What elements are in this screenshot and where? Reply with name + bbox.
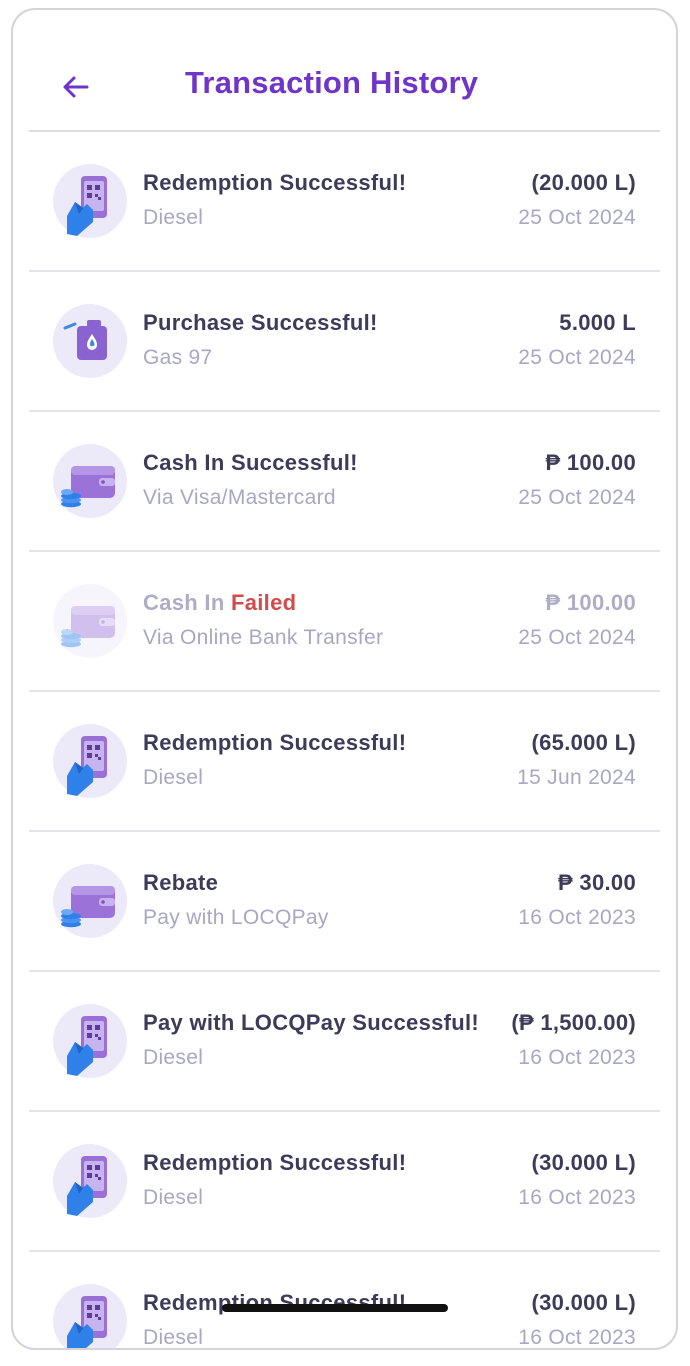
transaction-date: 16 Oct 2023 xyxy=(518,906,636,929)
wallet-coins-icon xyxy=(53,584,127,658)
transaction-title: Redemption Successful! xyxy=(143,170,407,195)
transaction-date: 16 Oct 2023 xyxy=(518,1046,636,1069)
transaction-subtitle: Via Online Bank Transfer xyxy=(143,626,384,649)
transaction-row[interactable]: Redemption Successful! Diesel (30.000 L)… xyxy=(29,1252,660,1349)
transaction-subtitle: Diesel xyxy=(143,1326,204,1349)
phone-qr-hand-icon xyxy=(53,1284,127,1348)
transaction-date: 15 Jun 2024 xyxy=(517,766,636,789)
app-screen: Transaction History Redemption Successfu… xyxy=(11,8,678,1350)
transaction-amount: ₱ 100.00 xyxy=(545,590,636,615)
page-title: Transaction History xyxy=(185,65,479,100)
wallet-coins-icon xyxy=(53,864,127,938)
transaction-row[interactable]: Redemption Successful! Diesel (65.000 L)… xyxy=(29,692,660,832)
arrow-left-icon[interactable] xyxy=(57,68,95,106)
transaction-subtitle: Gas 97 xyxy=(143,346,213,369)
transaction-list: Redemption Successful! Diesel (20.000 L)… xyxy=(29,132,660,1349)
transaction-date: 25 Oct 2024 xyxy=(518,486,636,509)
transaction-date: 25 Oct 2024 xyxy=(518,346,636,369)
transaction-title: Cash In Successful! xyxy=(143,450,358,475)
transaction-amount: (₱ 1,500.00) xyxy=(511,1010,636,1035)
transaction-subtitle: Diesel xyxy=(143,1046,204,1069)
transaction-title: Redemption Successful! xyxy=(143,1290,407,1315)
phone-qr-hand-icon xyxy=(53,164,127,238)
transaction-row[interactable]: Redemption Successful! Diesel (30.000 L)… xyxy=(29,1112,660,1252)
transaction-amount: ₱ 100.00 xyxy=(545,450,636,475)
wallet-coins-icon xyxy=(53,444,127,518)
transaction-title: Pay with LOCQPay Successful! xyxy=(143,1010,480,1035)
phone-qr-hand-icon xyxy=(53,1144,127,1218)
transaction-title: Rebate xyxy=(143,870,219,895)
transaction-row[interactable]: Rebate Pay with LOCQPay ₱ 30.00 16 Oct 2… xyxy=(29,832,660,972)
transaction-row[interactable]: Cash In Failed Via Online Bank Transfer … xyxy=(29,552,660,692)
transaction-row[interactable]: Pay with LOCQPay Successful! Diesel (₱ 1… xyxy=(29,972,660,1112)
transaction-title: Redemption Successful! xyxy=(143,1150,407,1175)
transaction-title: Redemption Successful! xyxy=(143,730,407,755)
transaction-row[interactable]: Cash In Successful! Via Visa/Mastercard … xyxy=(29,412,660,552)
header: Transaction History xyxy=(13,10,676,132)
transaction-amount: (30.000 L) xyxy=(531,1290,636,1315)
transaction-title: Purchase Successful! xyxy=(143,310,378,335)
transaction-subtitle: Via Visa/Mastercard xyxy=(143,486,336,509)
transaction-row[interactable]: Redemption Successful! Diesel (20.000 L)… xyxy=(29,132,660,272)
failed-status: Failed xyxy=(230,590,297,615)
transaction-amount: 5.000 L xyxy=(559,310,636,335)
transaction-subtitle: Pay with LOCQPay xyxy=(143,906,329,929)
transaction-subtitle: Diesel xyxy=(143,766,204,789)
transaction-date: 16 Oct 2023 xyxy=(518,1186,636,1209)
home-indicator[interactable] xyxy=(222,1304,448,1312)
transaction-row[interactable]: Purchase Successful! Gas 97 5.000 L 25 O… xyxy=(29,272,660,412)
transaction-subtitle: Diesel xyxy=(143,206,204,229)
phone-qr-hand-icon xyxy=(53,1004,127,1078)
transaction-amount: (30.000 L) xyxy=(531,1150,636,1175)
transaction-date: 25 Oct 2024 xyxy=(518,626,636,649)
transaction-amount: (20.000 L) xyxy=(531,170,636,195)
transaction-subtitle: Diesel xyxy=(143,1186,204,1209)
transaction-amount: (65.000 L) xyxy=(531,730,636,755)
transaction-date: 25 Oct 2024 xyxy=(518,206,636,229)
fuel-jerrycan-icon xyxy=(53,304,127,378)
phone-qr-hand-icon xyxy=(53,724,127,798)
transaction-amount: ₱ 30.00 xyxy=(558,870,636,895)
transaction-date: 16 Oct 2023 xyxy=(518,1326,636,1349)
transaction-title-text: Cash In xyxy=(143,590,225,615)
transaction-title: Cash In Failed xyxy=(143,590,296,616)
